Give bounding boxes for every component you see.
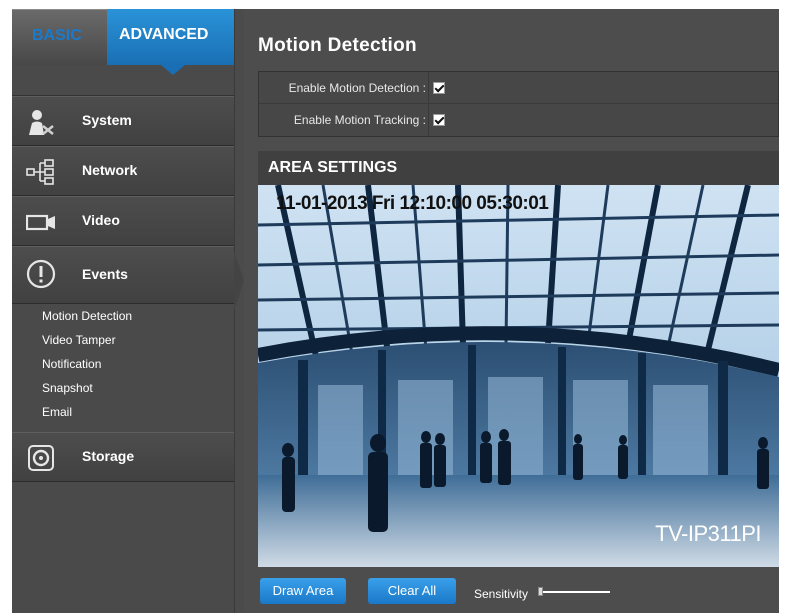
sidebar-spacer <box>12 65 234 96</box>
sidebar-item-events[interactable]: Events <box>12 246 234 304</box>
events-submenu: Motion Detection Video Tamper Notificati… <box>12 305 234 432</box>
submenu-item-snapshot[interactable]: Snapshot <box>42 381 93 395</box>
camera-name-overlay: TV-IP311PI <box>655 521 761 546</box>
sensitivity-label: Sensitivity <box>474 587 529 601</box>
setting-row-motion-detection: Enable Motion Detection : <box>259 72 778 104</box>
sidebar: BASIC ADVANCED System Network Video Even… <box>12 9 244 613</box>
sensitivity-slider-track[interactable] <box>538 591 610 593</box>
sidebar-item-label: Storage <box>82 448 135 464</box>
area-settings-header: AREA SETTINGS <box>258 151 779 185</box>
tab-basic[interactable]: BASIC <box>12 9 107 65</box>
clear-all-button[interactable]: Clear All <box>368 578 456 604</box>
camera-preview[interactable]: 11-01-2013 Fri 12:10:00 05:30:01 TV-IP31… <box>258 185 779 567</box>
setting-label: Enable Motion Detection : <box>288 81 426 95</box>
sidebar-item-label: Video <box>82 212 120 228</box>
setting-row-motion-tracking: Enable Motion Tracking : <box>259 104 778 136</box>
network-icon <box>26 159 54 185</box>
video-icon <box>26 214 55 231</box>
sidebar-item-system[interactable]: System <box>12 96 234 146</box>
sidebar-item-storage[interactable]: Storage <box>12 432 234 482</box>
page-title: Motion Detection <box>258 35 417 56</box>
setting-label: Enable Motion Tracking : <box>293 113 426 127</box>
main-panel: Motion Detection Enable Motion Detection… <box>244 9 779 613</box>
sidebar-item-label: Network <box>82 162 138 178</box>
submenu-item-video-tamper[interactable]: Video Tamper <box>42 333 116 347</box>
tab-basic-label: BASIC <box>32 27 82 44</box>
section-title: AREA SETTINGS <box>268 159 398 176</box>
sidebar-item-label: Events <box>82 266 128 282</box>
enable-motion-detection-checkbox[interactable] <box>433 82 445 94</box>
column-divider <box>428 104 429 136</box>
sidebar-item-video[interactable]: Video <box>12 196 234 246</box>
submenu-item-email[interactable]: Email <box>42 405 72 419</box>
submenu-item-motion-detection[interactable]: Motion Detection <box>42 309 132 323</box>
tab-advanced-label: ADVANCED <box>119 26 209 43</box>
sidebar-item-label: System <box>82 112 132 128</box>
camera-scene-image <box>258 185 779 567</box>
motion-settings-table: Enable Motion Detection : Enable Motion … <box>258 71 779 137</box>
submenu-item-notification[interactable]: Notification <box>42 357 101 371</box>
system-icon <box>29 110 54 135</box>
app-window: BASIC ADVANCED System Network Video Even… <box>12 9 779 613</box>
mode-tabs: BASIC ADVANCED <box>12 9 234 65</box>
active-item-pointer <box>234 251 244 311</box>
tab-advanced[interactable]: ADVANCED <box>107 9 234 65</box>
draw-area-button[interactable]: Draw Area <box>260 578 346 604</box>
storage-icon <box>28 445 54 471</box>
column-divider <box>428 72 429 103</box>
camera-timestamp-overlay: 11-01-2013 Fri 12:10:00 05:30:01 <box>276 193 549 214</box>
sensitivity-slider-thumb[interactable] <box>538 587 543 596</box>
enable-motion-tracking-checkbox[interactable] <box>433 114 445 126</box>
events-icon <box>26 259 56 289</box>
sidebar-item-network[interactable]: Network <box>12 146 234 196</box>
active-tab-pointer <box>161 65 185 75</box>
